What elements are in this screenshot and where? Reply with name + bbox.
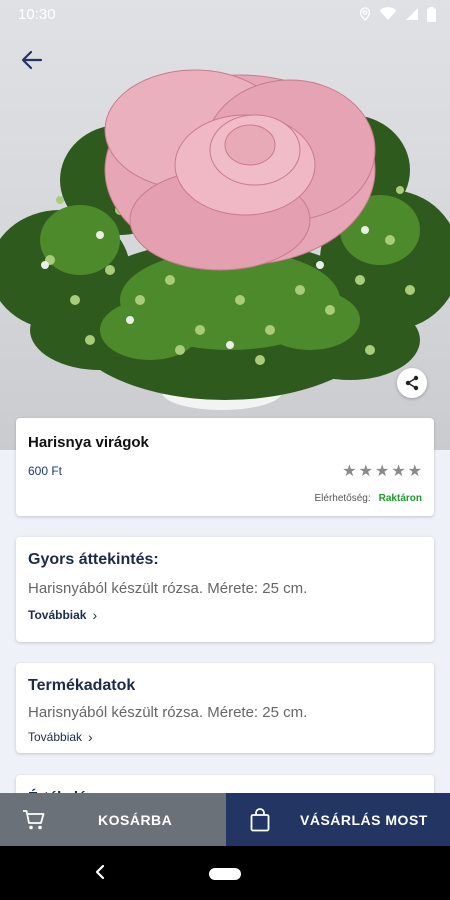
system-back-button[interactable] [88,860,112,884]
system-nav-bar [0,846,450,900]
star-icon: ★ [374,463,390,480]
system-home-button[interactable] [209,868,241,880]
product-data-text: Harisnyából készült rózsa. Mérete: 25 cm… [28,704,308,721]
cart-icon [23,809,45,829]
buy-now-label: VÁSÁRLÁS MOST [300,811,428,828]
availability: Elérhetőség: Raktáron [314,493,422,504]
star-icon: ★ [342,463,357,480]
chevron-right-icon: › [88,729,93,745]
star-icon: ★ [358,463,373,480]
bottom-action-bar: KOSÁRBA VÁSÁRLÁS MOST [0,793,450,846]
quick-overview-more-link[interactable]: Továbbiak › [28,607,422,623]
chevron-right-icon: › [92,607,98,623]
buy-now-button[interactable]: VÁSÁRLÁS MOST [226,793,450,846]
quick-overview-title: Gyors áttekintés: [28,551,159,568]
shopping-bag-icon [250,807,270,831]
status-time: 10:30 [18,5,56,23]
add-to-cart-button[interactable]: KOSÁRBA [0,793,226,846]
more-link-label: Továbbiak [28,730,83,744]
product-data-card: Termékadatok Harisnyából készült rózsa. … [16,663,434,753]
product-image [0,0,450,450]
battery-icon [427,6,436,22]
product-price: 600 Ft [28,464,63,478]
quick-overview-text: Harisnyából készült rózsa. Mérete: 25 cm… [28,580,308,597]
more-link-label: Továbbiak [28,608,87,622]
product-data-title: Termékadatok [28,677,136,694]
status-icons [359,6,436,22]
availability-label: Elérhetőség: [314,493,371,504]
status-bar: 10:30 [0,0,450,28]
product-data-more-link[interactable]: Továbbiak › [28,729,422,745]
rating-stars: ★ ★ ★ ★ ★ [342,461,422,481]
chevron-left-icon [95,864,105,880]
signal-icon [406,8,418,20]
product-card: Harisnya virágok 600 Ft ★ ★ ★ ★ ★ Elérhe… [16,418,434,516]
quick-overview-card: Gyors áttekintés: Harisnyából készült ró… [16,537,434,642]
wifi-icon [379,7,397,20]
stock-status: Raktáron [378,493,422,504]
star-icon: ★ [391,463,406,480]
rose-illustration [0,69,450,410]
add-to-cart-label: KOSÁRBA [98,811,173,828]
location-icon [359,7,371,21]
star-icon: ★ [407,463,422,480]
back-button[interactable] [14,44,50,76]
share-icon [405,375,419,391]
share-button[interactable] [397,368,427,398]
product-name: Harisnya virágok [28,434,149,451]
arrow-left-icon [21,50,43,70]
